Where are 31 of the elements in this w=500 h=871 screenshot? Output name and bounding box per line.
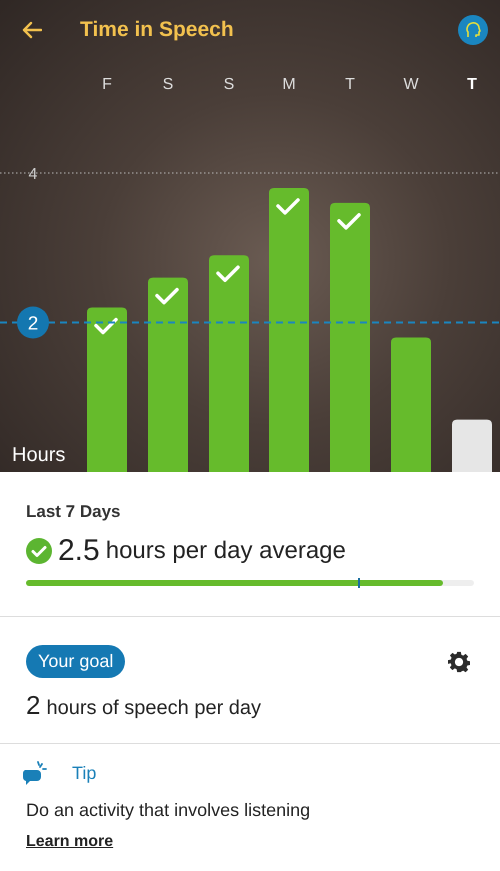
tip-text: Do an activity that involves listening — [26, 800, 312, 821]
back-arrow-icon[interactable] — [22, 21, 42, 39]
check-icon — [155, 288, 179, 304]
check-icon — [216, 265, 240, 282]
tip-title: Tip — [72, 762, 96, 784]
check-icon — [94, 318, 118, 334]
axis-tick-label: 4 — [28, 166, 38, 183]
check-icon — [337, 213, 361, 230]
axis-label: Hours — [12, 444, 66, 466]
day-label: T — [467, 76, 477, 93]
average-unit: hours per day average — [106, 537, 346, 565]
day-label: S — [224, 76, 234, 93]
learn-more-link[interactable]: Learn more — [26, 833, 114, 851]
day-label: T — [345, 76, 355, 93]
check-icon — [276, 198, 300, 215]
day-label: W — [403, 76, 419, 93]
section-title: Last 7 Days — [26, 502, 122, 522]
goal-value: 2 — [26, 690, 40, 721]
day-label: S — [162, 76, 174, 93]
day-label: M — [282, 76, 296, 93]
goal-unit: hours of speech per day — [46, 697, 262, 720]
average-value: 2.5 — [58, 534, 100, 568]
bar — [452, 420, 492, 472]
day-label: F — [102, 76, 112, 93]
goal-marker: 2 — [17, 306, 49, 338]
goal-badge: Your goal — [26, 645, 126, 678]
screen-title: Time in Speech — [80, 18, 235, 42]
speech-bubble-icon — [22, 760, 50, 786]
avatar-icon[interactable] — [458, 15, 488, 45]
ref-line-label: 2 — [28, 314, 38, 334]
settings-icon[interactable] — [448, 650, 470, 672]
